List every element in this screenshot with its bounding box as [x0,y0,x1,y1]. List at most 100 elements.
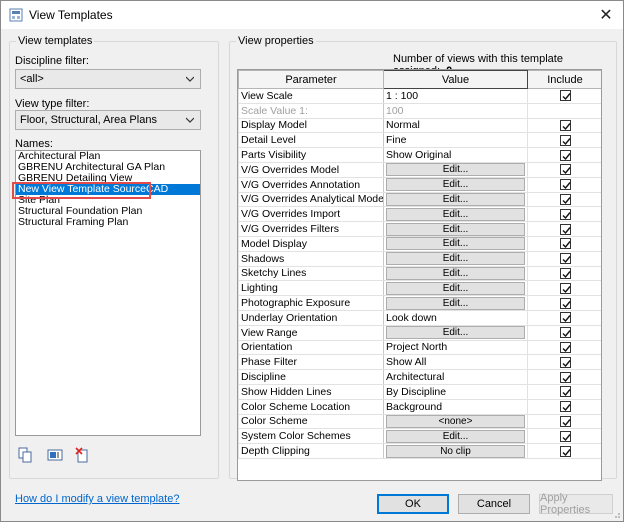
value-column-header[interactable]: Value [383,70,528,89]
delete-icon[interactable] [75,447,91,463]
property-row[interactable]: Color Scheme <none> [238,413,601,430]
edit-button[interactable]: Edit... [386,178,525,192]
parameter-value-cell[interactable]: <none> [383,413,528,430]
resize-grip-icon[interactable] [611,509,621,519]
discipline-filter-dropdown[interactable]: <all> [15,69,201,89]
parameter-value-cell[interactable]: Edit... [383,235,528,252]
view-type-filter-dropdown[interactable]: Floor, Structural, Area Plans [15,110,201,130]
property-row[interactable]: Scale Value 1: 100 [238,102,601,119]
duplicate-icon[interactable] [17,447,33,463]
property-row[interactable]: Underlay Orientation Look down [238,309,601,326]
edit-button[interactable]: Edit... [386,326,525,340]
parameter-value-cell[interactable]: Look down [383,309,528,326]
include-checkbox[interactable] [559,401,571,413]
include-checkbox[interactable] [559,356,571,368]
parameter-value-cell[interactable]: By Discipline [383,383,528,400]
include-checkbox[interactable] [559,208,571,220]
property-row[interactable]: View Scale 1 : 100 [238,88,601,104]
parameter-value-cell[interactable]: Edit... [383,191,528,208]
edit-button[interactable]: <none> [386,415,525,428]
property-row[interactable]: V/G Overrides Analytical Model Edit... [238,191,601,208]
parameter-value-cell[interactable]: Show Original [383,147,528,163]
edit-button[interactable]: Edit... [386,163,525,177]
edit-button[interactable]: Edit... [386,429,525,443]
edit-button[interactable]: Edit... [386,222,525,236]
include-checkbox[interactable] [559,312,571,324]
parameter-value-cell[interactable]: Edit... [383,280,528,297]
property-row[interactable]: Shadows Edit... [238,250,601,267]
parameter-value-cell[interactable]: 1 : 100 [383,88,528,104]
property-row[interactable]: V/G Overrides Annotation Edit... [238,176,601,193]
include-checkbox[interactable] [559,282,571,294]
include-checkbox[interactable] [559,415,571,427]
parameter-value-cell[interactable]: Edit... [383,265,528,282]
include-checkbox[interactable] [559,327,571,339]
include-checkbox[interactable] [559,179,571,191]
include-checkbox[interactable] [559,386,571,398]
include-checkbox[interactable] [559,371,571,383]
edit-button[interactable]: Edit... [386,296,525,310]
cancel-button[interactable]: Cancel [458,494,530,514]
parameter-value-cell[interactable]: Edit... [383,428,528,445]
property-row[interactable]: View Range Edit... [238,324,601,341]
include-checkbox[interactable] [559,193,571,205]
include-checkbox[interactable] [559,253,571,265]
property-row[interactable]: Detail Level Fine [238,132,601,149]
property-row[interactable]: Lighting Edit... [238,280,601,297]
include-checkbox[interactable] [559,445,571,457]
template-list-item[interactable]: Structural Framing Plan [16,217,200,228]
edit-button[interactable]: Edit... [386,267,525,280]
include-checkbox[interactable] [559,149,571,161]
include-checkbox[interactable] [559,134,571,146]
include-checkbox[interactable] [559,223,571,235]
parameter-value-cell[interactable]: Edit... [383,250,528,267]
apply-properties-button[interactable]: Apply Properties [539,492,613,516]
parameter-value-cell[interactable]: Edit... [383,324,528,341]
property-row[interactable]: Photographic Exposure Edit... [238,295,601,311]
rename-icon[interactable] [47,447,63,463]
include-checkbox[interactable] [559,341,571,353]
property-row[interactable]: Model Display Edit... [238,235,601,252]
edit-button[interactable]: Edit... [386,193,525,206]
parameter-column-header[interactable]: Parameter [238,70,384,89]
parameter-value-cell[interactable]: Normal [383,117,528,134]
parameter-value-cell[interactable]: Edit... [383,221,528,237]
property-row[interactable]: Orientation Project North [238,339,601,356]
names-list[interactable]: Architectural Plan GBRENU Architectural G… [15,150,201,436]
property-row[interactable]: Discipline Architectural [238,369,601,385]
parameter-value-cell[interactable]: Project North [383,339,528,356]
parameter-value-cell[interactable]: Edit... [383,206,528,223]
include-checkbox[interactable] [559,430,571,442]
property-row[interactable]: Phase Filter Show All [238,354,601,371]
close-button[interactable]: ✕ [593,3,619,27]
property-row[interactable]: V/G Overrides Model Edit... [238,161,601,178]
parameter-value-cell[interactable]: No clip [383,443,528,459]
property-row[interactable]: System Color Schemes Edit... [238,428,601,445]
edit-button[interactable]: Edit... [386,237,525,251]
edit-button[interactable]: No clip [386,444,525,458]
parameter-value-cell[interactable]: Fine [383,132,528,149]
parameter-value-cell[interactable]: Edit... [383,161,528,178]
property-row[interactable]: V/G Overrides Filters Edit... [238,221,601,237]
parameter-value-cell[interactable]: Edit... [383,295,528,311]
help-link[interactable]: How do I modify a view template? [15,493,179,505]
property-row[interactable]: V/G Overrides Import Edit... [238,206,601,223]
property-row[interactable]: Depth Clipping No clip [238,443,601,459]
ok-button[interactable]: OK [377,494,449,514]
property-row[interactable]: Display Model Normal [238,117,601,134]
parameter-value-cell[interactable]: Show All [383,354,528,371]
include-checkbox[interactable] [559,119,571,131]
parameter-value-cell[interactable]: Background [383,398,528,415]
include-checkbox[interactable] [559,297,571,309]
property-row[interactable]: Parts Visibility Show Original [238,147,601,163]
include-checkbox[interactable] [559,164,571,176]
edit-button[interactable]: Edit... [386,281,525,295]
property-row[interactable]: Show Hidden Lines By Discipline [238,383,601,400]
property-row[interactable]: Sketchy Lines Edit... [238,265,601,282]
include-checkbox[interactable] [559,90,571,102]
include-column-header[interactable]: Include [527,70,601,89]
parameter-value-cell[interactable]: Edit... [383,176,528,193]
include-checkbox[interactable] [559,267,571,279]
edit-button[interactable]: Edit... [386,252,525,266]
edit-button[interactable]: Edit... [386,207,525,221]
